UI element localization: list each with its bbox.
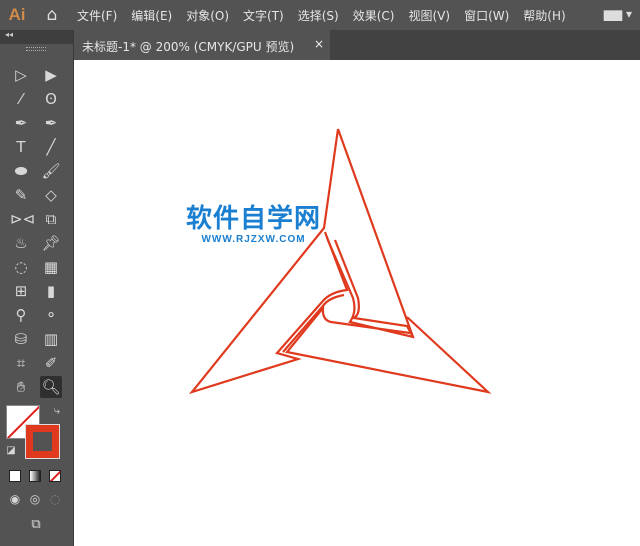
- close-icon[interactable]: ×: [314, 37, 324, 51]
- slice-tool-icon[interactable]: ✐: [40, 352, 62, 374]
- menu-effect[interactable]: 效果(C): [346, 7, 402, 24]
- pen-tool-icon[interactable]: ✒: [10, 112, 32, 134]
- watermark-cn: 软件自学网: [186, 204, 322, 234]
- column-graph-icon[interactable]: ▥: [40, 328, 62, 350]
- reflect-tool-icon[interactable]: ⊳⊲: [10, 208, 35, 230]
- triangle-blades-artwork[interactable]: [74, 60, 640, 546]
- blend-tool-icon[interactable]: ⚬: [40, 304, 62, 326]
- mesh-tool-icon[interactable]: ⊞: [10, 280, 32, 302]
- home-icon[interactable]: ⌂: [34, 5, 70, 25]
- lasso-icon[interactable]: ʘ: [40, 88, 62, 110]
- shape-builder-icon[interactable]: ◌: [10, 256, 32, 278]
- screen-mode-icon[interactable]: ⧉: [25, 514, 47, 536]
- menu-view[interactable]: 视图(V): [401, 7, 457, 24]
- app-logo: Ai: [8, 5, 26, 24]
- menu-edit[interactable]: 编辑(E): [124, 7, 179, 24]
- draw-normal-icon[interactable]: ◉: [4, 488, 26, 510]
- watermark-en: WWW.RJZXW.COM: [201, 234, 306, 245]
- blade-top: [325, 128, 415, 339]
- line-tool-icon[interactable]: ╱: [40, 136, 62, 158]
- workspace-switcher[interactable]: ▆▆ ▾: [604, 7, 632, 21]
- type-tool-icon[interactable]: T: [10, 136, 32, 158]
- curvature-tool-icon[interactable]: ✒: [40, 112, 62, 134]
- none-mode-button[interactable]: [49, 470, 61, 482]
- tools-panel: ◂◂ ▷ ▶ ⁄ ʘ ✒ ✒ T ╱ ⬬ 🖌︎ ✎ ◇ ⊳⊲ ⧉ ♨ 📌︎ ◌ …: [0, 30, 74, 546]
- hand-tool-icon[interactable]: ✋︎: [10, 376, 32, 398]
- blade-right: [284, 304, 492, 394]
- menu-window[interactable]: 窗口(W): [457, 7, 516, 24]
- eyedropper-icon[interactable]: ⚲: [10, 304, 32, 326]
- menu-help[interactable]: 帮助(H): [516, 7, 572, 24]
- scale-tool-icon[interactable]: ⧉: [40, 208, 62, 230]
- watermark: 软件自学网 WWW.RJZXW.COM: [186, 204, 321, 245]
- symbol-sprayer-icon[interactable]: ⛁: [10, 328, 32, 350]
- document-tab-bar: 未标题-1* @ 200% (CMYK/GPU 预览) ×: [74, 30, 640, 60]
- document-tab[interactable]: 未标题-1* @ 200% (CMYK/GPU 预览) ×: [74, 30, 330, 60]
- magic-wand-icon[interactable]: ⁄: [10, 88, 32, 110]
- collapse-panel-button[interactable]: ◂◂: [0, 30, 73, 44]
- perspective-grid-icon[interactable]: ▦: [40, 256, 62, 278]
- direct-selection-tool-icon[interactable]: ▶: [40, 64, 62, 86]
- menu-select[interactable]: 选择(S): [291, 7, 346, 24]
- draw-behind-icon[interactable]: ◎: [24, 488, 46, 510]
- draw-inside-icon[interactable]: ◌: [44, 488, 66, 510]
- menu-object[interactable]: 对象(O): [179, 7, 236, 24]
- menu-bar: Ai ⌂ 文件(F) 编辑(E) 对象(O) 文字(T) 选择(S) 效果(C)…: [0, 0, 640, 30]
- menu-file[interactable]: 文件(F): [70, 7, 124, 24]
- puppet-warp-icon[interactable]: 📌︎: [40, 232, 62, 254]
- paintbrush-icon[interactable]: 🖌︎: [40, 160, 62, 182]
- ellipse-tool-icon[interactable]: ⬬: [10, 160, 32, 182]
- blade-left: [188, 128, 349, 395]
- stroke-swatch[interactable]: [25, 424, 60, 459]
- warp-tool-icon[interactable]: ♨: [10, 232, 32, 254]
- menu-type[interactable]: 文字(T): [236, 7, 291, 24]
- eraser-icon[interactable]: ◇: [40, 184, 62, 206]
- zoom-tool-icon[interactable]: 🔍︎: [40, 376, 62, 398]
- panel-grip[interactable]: [26, 47, 46, 51]
- color-mode-button[interactable]: [9, 470, 21, 482]
- artboard-canvas[interactable]: 软件自学网 WWW.RJZXW.COM: [74, 60, 640, 546]
- default-colors-icon[interactable]: ◪: [0, 440, 22, 462]
- gradient-tool-icon[interactable]: ▮: [40, 280, 62, 302]
- tab-title: 未标题-1* @ 200% (CMYK/GPU 预览): [82, 40, 295, 54]
- gradient-mode-button[interactable]: [29, 470, 41, 482]
- pencil-icon[interactable]: ✎: [10, 184, 32, 206]
- artboard-tool-icon[interactable]: ⌗: [10, 352, 32, 374]
- swap-colors-icon[interactable]: ⤷: [46, 400, 68, 422]
- selection-tool-icon[interactable]: ▷: [10, 64, 32, 86]
